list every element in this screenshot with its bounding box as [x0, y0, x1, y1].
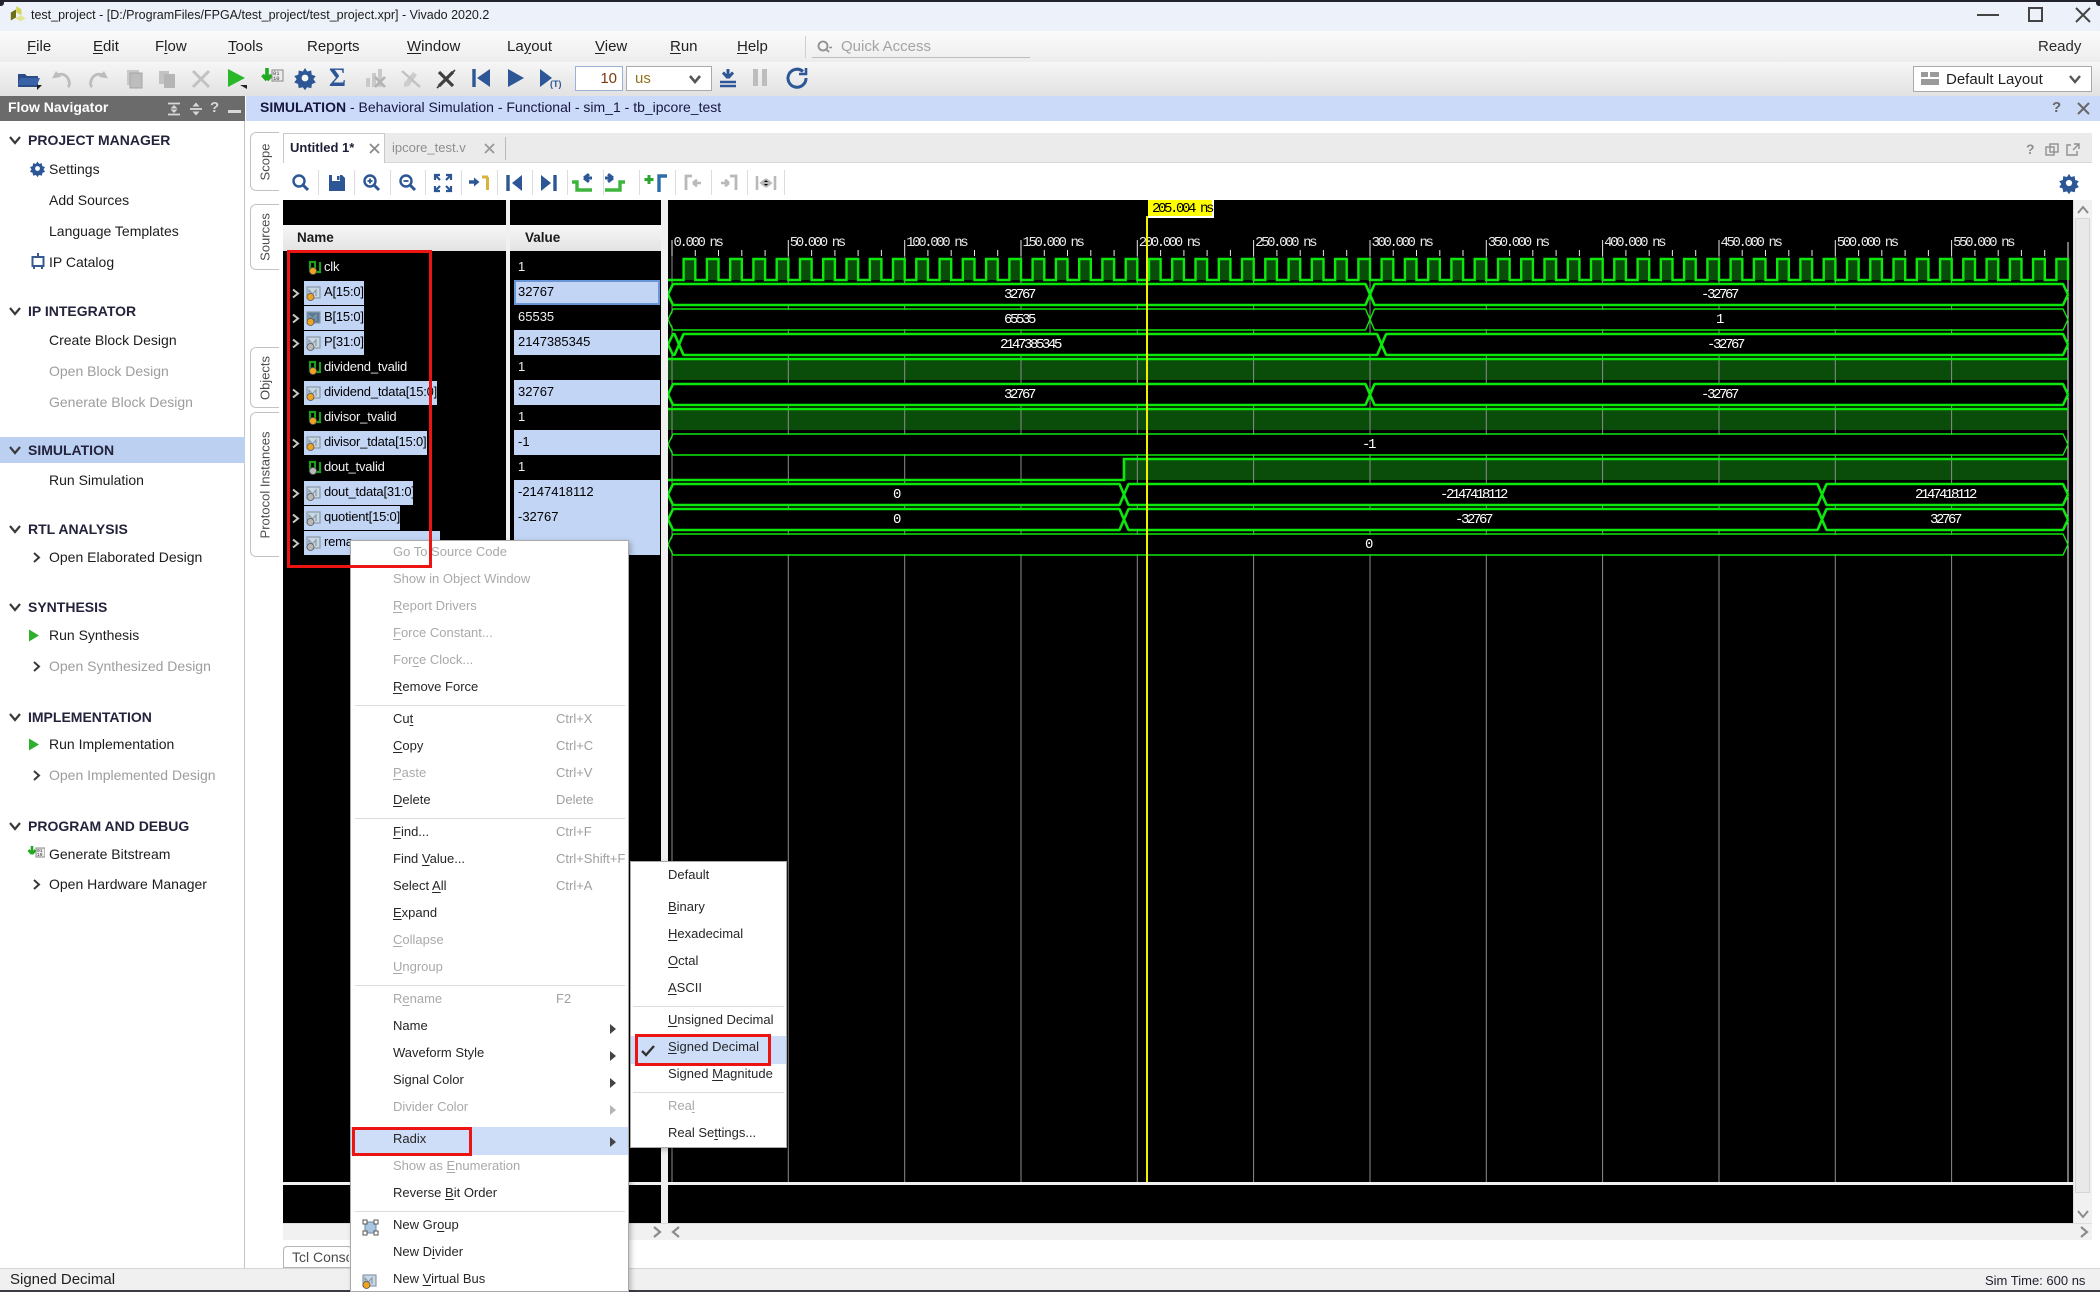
svg-text:200.000 ns: 200.000 ns — [1139, 235, 1201, 251]
svg-text:-1: -1 — [1362, 437, 1376, 453]
svg-text:150.000 ns: 150.000 ns — [1023, 235, 1085, 251]
svg-text:32767: 32767 — [1930, 512, 1962, 528]
svg-text:400.000 ns: 400.000 ns — [1604, 235, 1666, 251]
svg-text:-32767: -32767 — [1701, 287, 1739, 303]
svg-text:-2147418112: -2147418112 — [1440, 487, 1508, 503]
svg-text:32767: 32767 — [1004, 387, 1036, 403]
svg-text:-32767: -32767 — [1455, 512, 1493, 528]
svg-text:205.004 ns: 205.004 ns — [1152, 201, 1214, 217]
svg-text:250.000 ns: 250.000 ns — [1255, 235, 1317, 251]
svg-text:100.000 ns: 100.000 ns — [906, 235, 968, 251]
svg-text:-32767: -32767 — [1701, 387, 1739, 403]
svg-text:450.000 ns: 450.000 ns — [1721, 235, 1783, 251]
svg-text:550.000 ns: 550.000 ns — [1953, 235, 2015, 251]
svg-text:50.000 ns: 50.000 ns — [790, 235, 846, 251]
svg-text:10: 10 — [37, 852, 43, 858]
svg-text:2147385345: 2147385345 — [1000, 337, 1062, 353]
svg-text:65535: 65535 — [1004, 312, 1036, 328]
svg-text:350.000 ns: 350.000 ns — [1488, 235, 1550, 251]
svg-text:300.000 ns: 300.000 ns — [1372, 235, 1434, 251]
svg-text:(T): (T) — [550, 79, 562, 89]
svg-text:10: 10 — [273, 75, 280, 82]
svg-text:0.000 ns: 0.000 ns — [674, 235, 724, 251]
svg-text:-32767: -32767 — [1707, 337, 1745, 353]
svg-text:2147418112: 2147418112 — [1915, 487, 1977, 503]
svg-text:500.000 ns: 500.000 ns — [1837, 235, 1899, 251]
svg-text:32767: 32767 — [1004, 287, 1036, 303]
